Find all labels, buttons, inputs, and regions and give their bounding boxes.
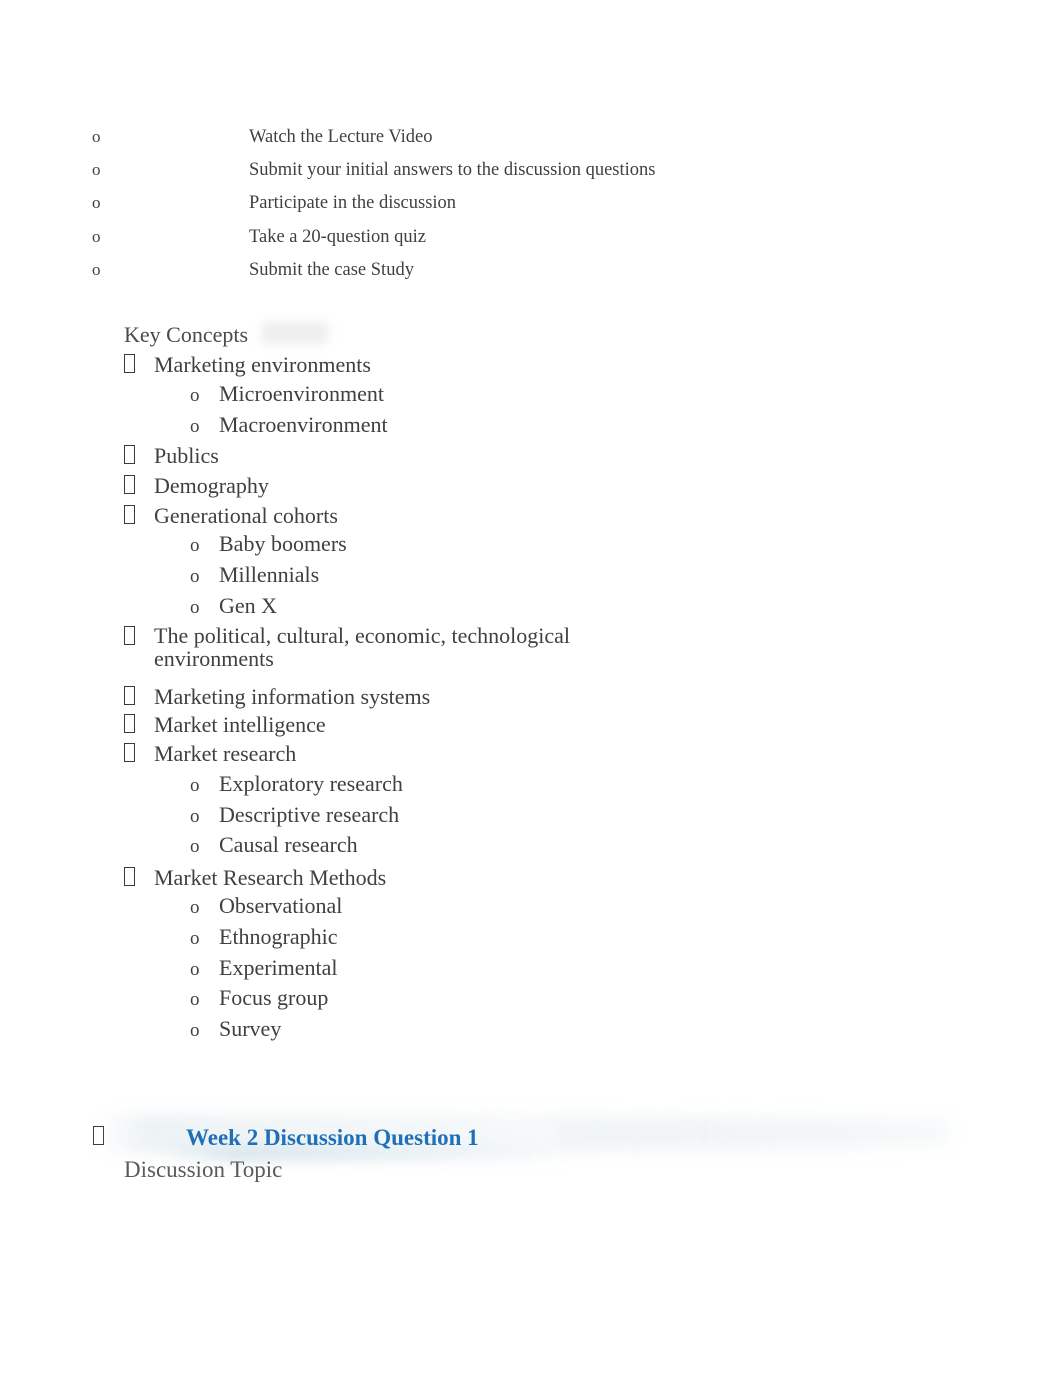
list-marker: o: [190, 385, 200, 406]
list-item-label: Observational: [219, 893, 343, 918]
list-marker: o: [190, 775, 200, 796]
list-item: o Millennials: [190, 562, 320, 587]
list-marker: o: [92, 227, 101, 246]
list-marker: o: [190, 928, 200, 949]
list-item: Marketing information systems: [124, 685, 430, 708]
bullet-box-icon: [124, 625, 154, 648]
list-item-label: The political, cultural, economic, techn…: [154, 623, 571, 648]
list-item-label: Market intelligence: [154, 712, 326, 737]
list-item: o Focus group: [190, 985, 329, 1010]
list-item: o Survey: [190, 1016, 282, 1041]
list-item-label: Submit the case Study: [249, 260, 414, 280]
list-item-label: Generational cohorts: [154, 503, 338, 528]
list-item: Demography: [124, 474, 269, 497]
list-item: o Exploratory research: [190, 771, 403, 796]
list-item-label: Marketing environments: [154, 352, 371, 377]
list-marker: o: [190, 836, 200, 857]
list-item-label: Macroenvironment: [219, 412, 388, 437]
blur-artifact: [262, 322, 328, 344]
list-item: o Causal research: [190, 832, 358, 857]
list-item-label: Ethnographic: [219, 924, 338, 949]
bullet-box-icon: [124, 742, 154, 765]
list-marker: o: [190, 959, 200, 980]
list-item-label: Descriptive research: [219, 802, 400, 827]
list-marker: o: [190, 897, 200, 918]
list-marker: o: [190, 416, 200, 437]
list-item-label: Publics: [154, 443, 219, 468]
list-item-label: Microenvironment: [219, 381, 384, 406]
list-item-label: Gen X: [219, 593, 278, 618]
list-item-label: Marketing information systems: [154, 684, 431, 709]
list-item: Market intelligence: [124, 713, 326, 736]
bullet-box-icon: [124, 685, 154, 708]
list-item-label: Millennials: [219, 562, 320, 587]
list-item-label: Focus group: [219, 985, 329, 1010]
list-item: o Submit the case Study: [92, 261, 414, 280]
list-marker: o: [92, 160, 101, 179]
list-item-label: Market Research Methods: [154, 865, 387, 890]
list-item: o Ethnographic: [190, 924, 338, 949]
bullet-box-icon: [93, 1125, 104, 1149]
list-item: o Gen X: [190, 593, 278, 618]
list-item-label: Take a 20-question quiz: [249, 227, 426, 247]
document-page: o Watch the Lecture Video o Submit your …: [0, 0, 1062, 1376]
page-title: Key Concepts: [124, 322, 249, 347]
list-item-label: Market research: [154, 741, 297, 766]
discussion-question-heading[interactable]: Week 2 Discussion Question 1: [186, 1126, 479, 1149]
list-marker: o: [190, 566, 200, 587]
blur-artifact: [560, 1120, 950, 1146]
list-item: The political, cultural, economic, techn…: [124, 625, 684, 670]
list-marker: o: [190, 989, 200, 1010]
list-item-label: Submit your initial answers to the discu…: [249, 160, 656, 180]
list-item-label: Causal research: [219, 832, 358, 857]
list-marker: o: [92, 193, 101, 212]
list-item: Generational cohorts: [124, 504, 338, 527]
list-item: Publics: [124, 444, 219, 467]
list-item-label: Watch the Lecture Video: [249, 127, 433, 147]
list-item-label: Baby boomers: [219, 531, 347, 556]
list-marker: o: [92, 127, 101, 146]
list-item-label: Demography: [154, 473, 269, 498]
list-item-label: Participate in the discussion: [249, 193, 457, 213]
list-item: o Microenvironment: [190, 381, 384, 406]
list-item-label: Exploratory research: [219, 771, 403, 796]
bullet-box-icon: [124, 353, 154, 376]
list-item-label: Experimental: [219, 955, 338, 980]
list-marker: o: [190, 806, 200, 827]
list-item: Market Research Methods: [124, 866, 386, 889]
list-item: o Participate in the discussion: [92, 194, 456, 213]
list-item: o Experimental: [190, 955, 338, 980]
list-item: o Watch the Lecture Video: [92, 128, 433, 147]
list-marker: o: [92, 260, 101, 279]
list-item: o Baby boomers: [190, 531, 347, 556]
discussion-topic-label: Discussion Topic: [124, 1157, 283, 1182]
bullet-box-icon: [124, 444, 154, 467]
list-item: o Descriptive research: [190, 802, 400, 827]
list-marker: o: [190, 1020, 200, 1041]
list-item: o Take a 20-question quiz: [92, 228, 426, 247]
bullet-box-icon: [124, 474, 154, 497]
list-item: Marketing environments: [124, 353, 371, 376]
list-item: Market research: [124, 742, 296, 765]
list-marker: o: [190, 597, 200, 618]
bullet-box-icon: [124, 866, 154, 889]
list-item-label: Survey: [219, 1016, 282, 1041]
bullet-box-icon: [124, 504, 154, 527]
list-item: o Macroenvironment: [190, 412, 388, 437]
list-item-label-continued: environments: [154, 646, 274, 671]
list-marker: o: [190, 535, 200, 556]
list-item: o Submit your initial answers to the dis…: [92, 161, 655, 180]
bullet-box-icon: [124, 713, 154, 736]
list-item: o Observational: [190, 893, 343, 918]
